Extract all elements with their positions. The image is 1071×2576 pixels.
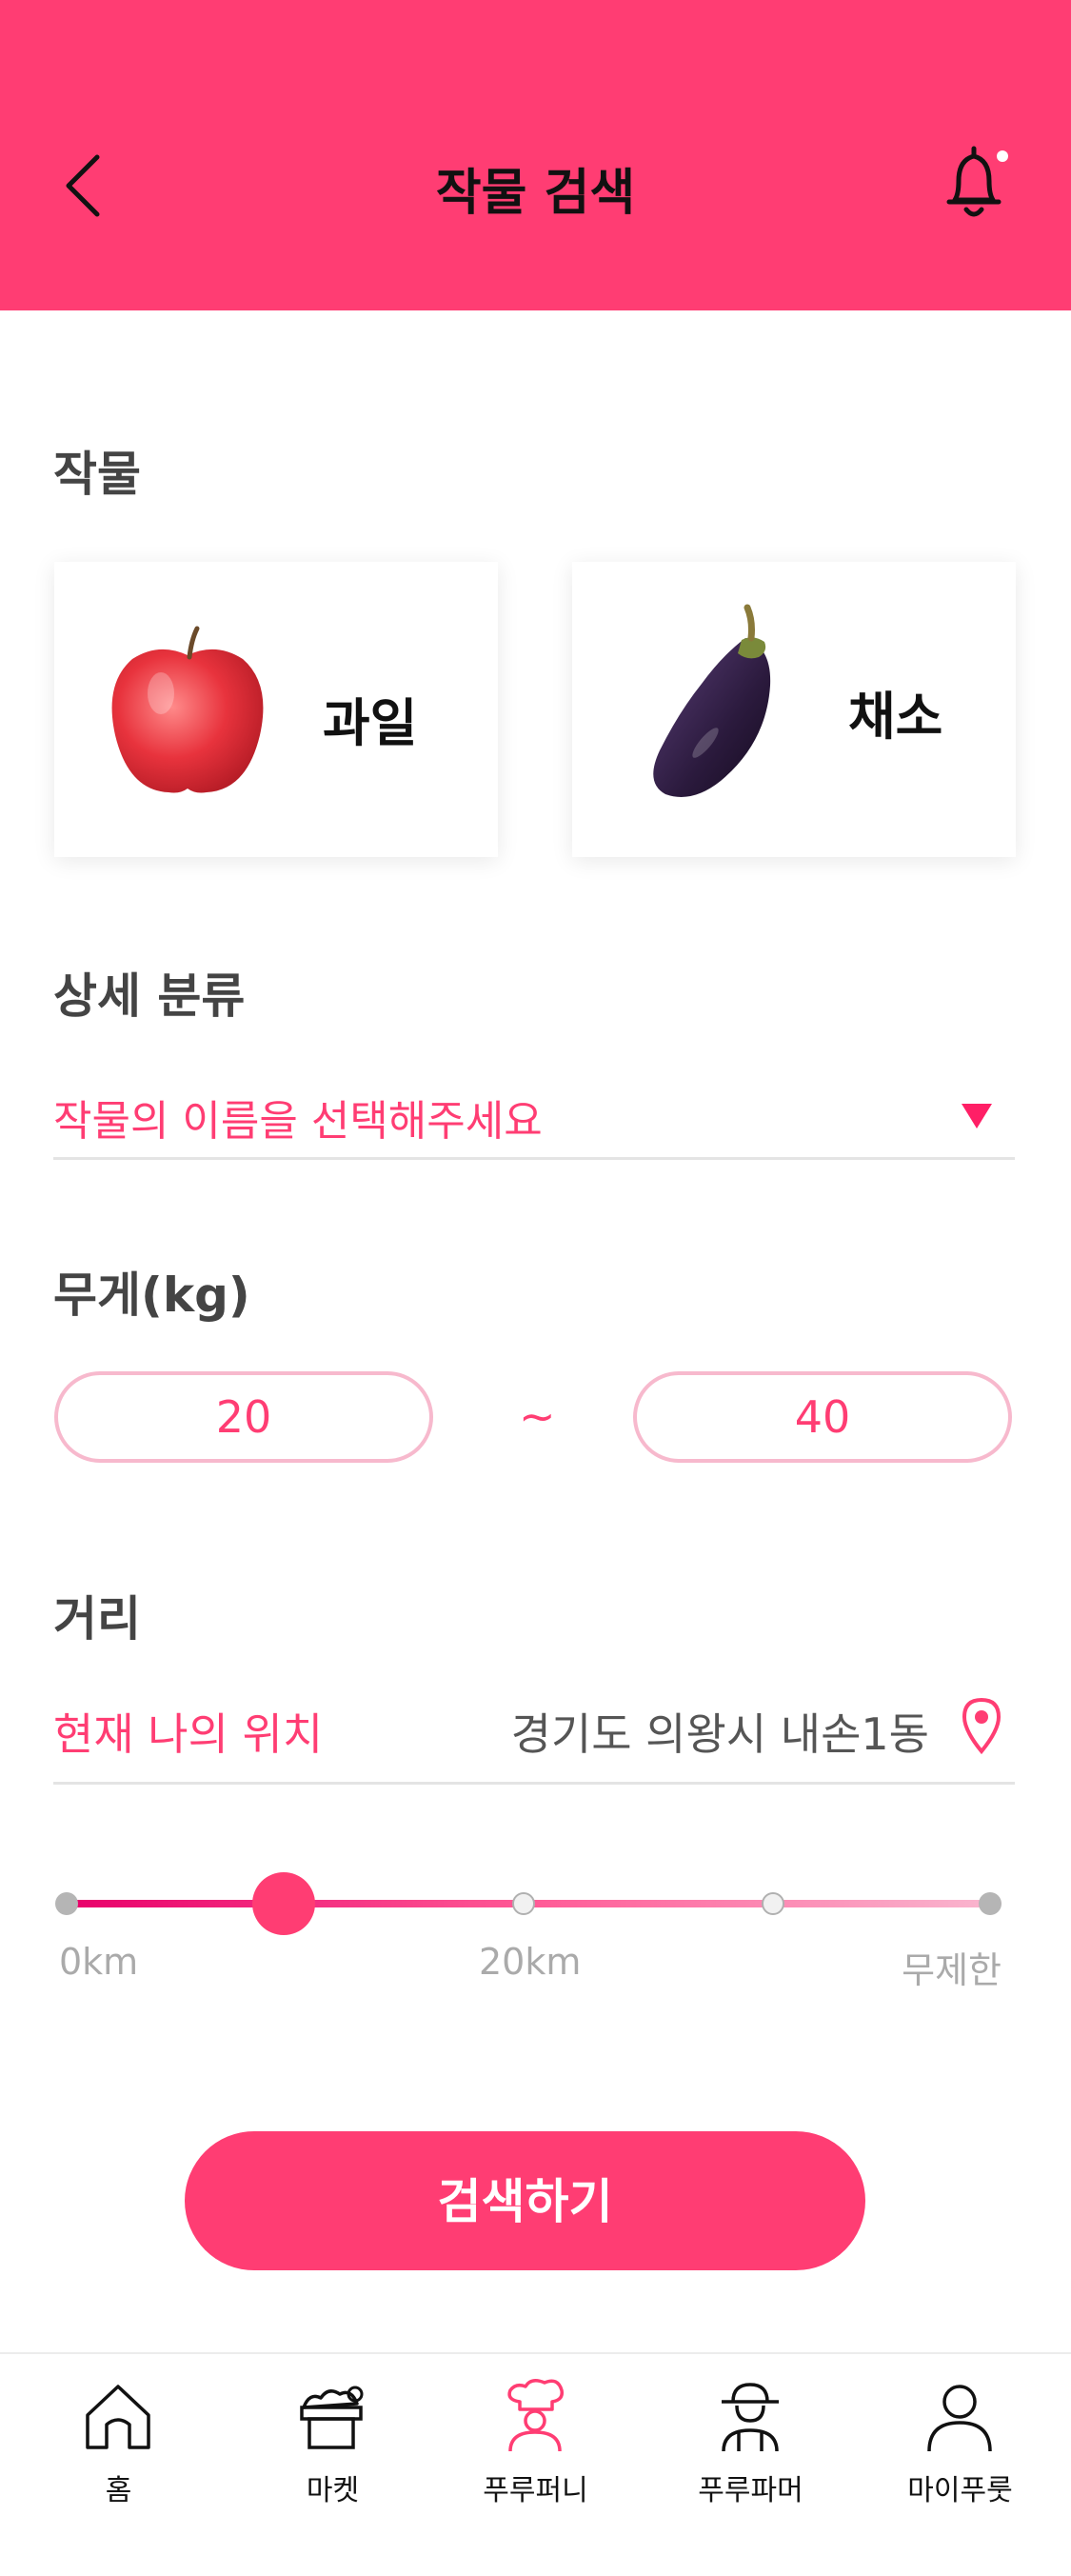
crop-name-placeholder: 작물의 이름을 선택해주세요 [53,1097,543,1146]
detail-section-label: 상세 분류 [53,968,246,1024]
tab-label: 마이푸룻 [907,2474,1013,2507]
page-title: 작물 검색 [435,165,636,222]
triangle-down-icon [962,1104,992,1128]
search-button[interactable]: 검색하기 [185,2131,865,2270]
weight-min-input[interactable]: 20 [54,1371,433,1463]
slider-track [55,1872,1002,1935]
current-address: 경기도 의왕시 내손1동 [510,1708,929,1760]
notification-button[interactable] [938,141,1014,227]
weight-range-separator: ~ [519,1390,556,1442]
crop-card-label: 채소 [848,687,943,747]
apple-image [111,626,264,793]
tab-label: 푸루파머 [698,2474,803,2507]
person-icon [927,2385,992,2452]
slider-thumb[interactable] [252,1872,315,1935]
crop-card-label: 과일 [323,693,418,753]
distance-slider[interactable]: 0km 20km 무제한 [53,1857,1015,1991]
eggplant-image [653,604,771,797]
tab-home[interactable]: 홈 [11,2354,226,2576]
market-basket-icon [300,2386,364,2449]
chef-icon [507,2379,565,2452]
slider-tick-label: 0km [59,1941,139,1983]
app-header: 작물 검색 [0,0,1071,310]
home-icon [86,2385,150,2449]
tab-label: 마켓 [306,2474,360,2507]
tab-purufunny[interactable]: 푸루퍼니 [428,2354,643,2576]
crop-card-fruit[interactable]: 과일 [54,562,498,857]
tab-mypurut[interactable]: 마이푸룻 [853,2354,1067,2576]
tab-label: 홈 [105,2474,132,2507]
farmer-icon [722,2383,779,2452]
bell-icon [946,146,1008,217]
weight-section-label: 무게(kg) [53,1268,250,1323]
location-pin-icon [962,1697,1002,1755]
current-location-row[interactable]: 현재 나의 위치 경기도 의왕시 내손1동 [53,1690,1015,1785]
tab-market[interactable]: 마켓 [226,2354,440,2576]
crop-name-select[interactable]: 작물의 이름을 선택해주세요 [53,1071,1015,1160]
slider-tick-label: 무제한 [902,1949,1002,1991]
bottom-tab-bar: 홈 마켓 푸루퍼니 푸루파머 마이푸룻 [0,2352,1071,2576]
crop-section-label: 작물 [53,447,141,502]
current-location-label: 현재 나의 위치 [53,1708,324,1760]
crop-card-vegetable[interactable]: 채소 [572,562,1016,857]
tab-label: 푸루퍼니 [483,2474,588,2507]
weight-max-input[interactable]: 40 [633,1371,1012,1463]
distance-section-label: 거리 [53,1591,141,1647]
tab-purufarmer[interactable]: 푸루파머 [644,2354,858,2576]
slider-tick-label: 20km [479,1941,582,1983]
